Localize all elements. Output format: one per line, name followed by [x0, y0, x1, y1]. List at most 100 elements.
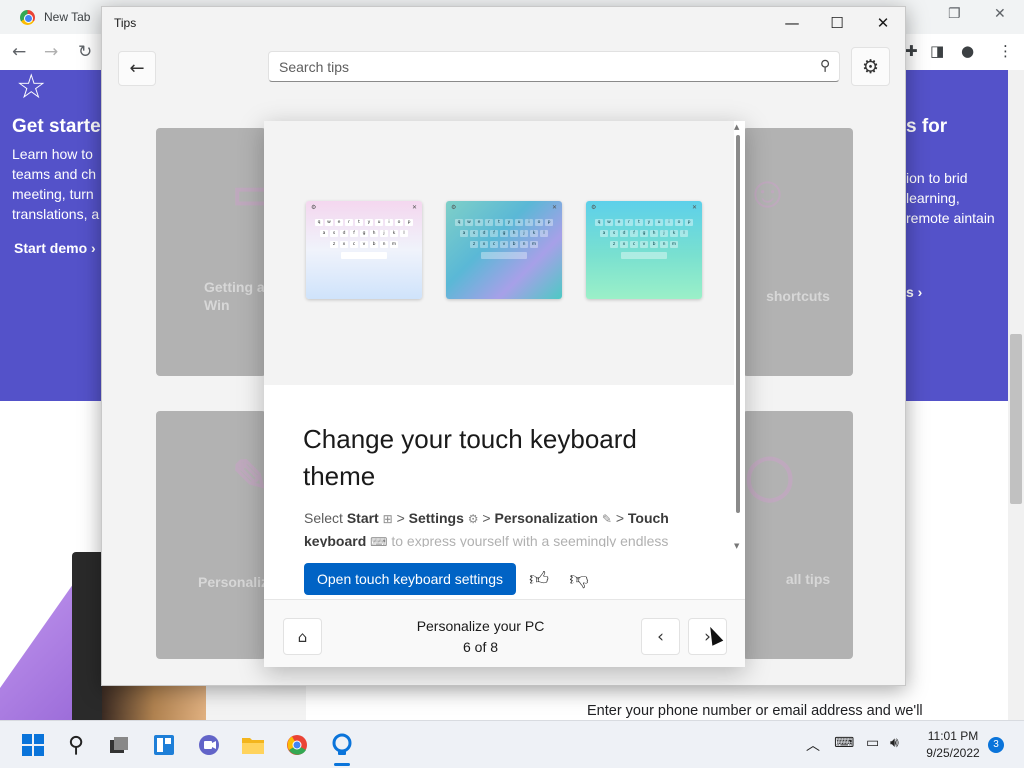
browser-tab-title[interactable]: New Tab — [44, 10, 90, 24]
back-arrow-icon[interactable]: ← — [12, 42, 26, 62]
keyboard-key: f — [490, 230, 498, 237]
restore-icon[interactable]: ❐ — [948, 6, 961, 22]
card-personalize[interactable]: ✎ Personaliz — [156, 411, 269, 659]
dialog-scrollbar-thumb[interactable] — [736, 135, 740, 513]
keyboard-key: h — [510, 230, 518, 237]
extension-icon[interactable]: ✚ — [905, 42, 918, 60]
maximize-button[interactable]: ☐ — [814, 7, 860, 38]
keyboard-key: u — [655, 219, 663, 226]
scroll-up-icon[interactable]: ▲ — [734, 123, 739, 131]
card-label: Personaliz — [198, 574, 269, 590]
keyboard-key: s — [330, 230, 338, 237]
keyboard-key: y — [645, 219, 653, 226]
keyboard-key: c — [350, 241, 358, 248]
close-icon[interactable]: ✕ — [994, 6, 1006, 22]
keyboard-key: v — [360, 241, 368, 248]
keyboard-key: q — [315, 219, 323, 226]
keyboard-key: w — [325, 219, 333, 226]
windows-logo-icon — [22, 734, 44, 756]
chevron-up-icon[interactable]: ︿ — [806, 735, 820, 755]
keyboard-key: z — [470, 241, 478, 248]
gear-icon: ⚙ — [467, 512, 479, 526]
previous-tip-button[interactable]: ‹ — [641, 618, 680, 655]
back-button[interactable]: ← — [118, 51, 156, 86]
task-view-button[interactable] — [106, 732, 132, 758]
thumbs-up-button[interactable]: 👍︎ — [526, 566, 552, 592]
keyboard-row: qwertyuiop — [591, 219, 697, 226]
keyboard-key: a — [460, 230, 468, 237]
keyboard-key: o — [535, 219, 543, 226]
notification-badge[interactable]: 3 — [988, 737, 1004, 753]
search-input[interactable] — [270, 53, 800, 80]
lightbulb-icon — [332, 733, 352, 755]
card-label: shortcuts — [766, 288, 830, 304]
minimize-icon: — — [784, 13, 800, 32]
network-icon[interactable]: ▭ — [866, 735, 879, 751]
keyboard-key: u — [375, 219, 383, 226]
side-panel-icon[interactable]: ◨ — [930, 42, 944, 60]
scroll-down-icon[interactable]: ▼ — [734, 542, 739, 550]
keyboard-row: qwertyuiop — [311, 219, 417, 226]
clock-date[interactable]: 9/25/2022 — [920, 746, 986, 760]
folder-icon — [242, 738, 264, 754]
task-view-icon — [110, 737, 128, 753]
taskbar-search-button[interactable]: ⚲ — [63, 732, 89, 758]
minimize-button[interactable]: — — [769, 7, 815, 38]
settings-button[interactable]: ⚙ — [851, 47, 890, 86]
keyboard-toolbar: ⚙ ✕ — [306, 201, 422, 213]
keyboard-icon[interactable]: ⌨ — [834, 735, 854, 751]
close-button[interactable]: ✕ — [860, 7, 906, 38]
menu-dots-icon[interactable]: ⋮ — [998, 42, 1013, 60]
teams-chat-button[interactable] — [196, 732, 222, 758]
keyboard-key: q — [455, 219, 463, 226]
keyboard-row: asdfghjkl — [311, 230, 417, 237]
keyboard-key: t — [355, 219, 363, 226]
keyboard-key: s — [470, 230, 478, 237]
keyboard-key: g — [360, 230, 368, 237]
open-touch-keyboard-settings-button[interactable]: Open touch keyboard settings — [304, 563, 516, 595]
body-separator: > — [615, 510, 624, 526]
keyboard-key: s — [610, 230, 618, 237]
chrome-taskbar-button[interactable] — [284, 732, 310, 758]
close-icon: ✕ — [691, 203, 697, 211]
keyboard-icon: ⌨ — [370, 535, 388, 547]
body-separator: > — [396, 510, 405, 526]
maximize-icon: ☐ — [830, 13, 844, 32]
keyboard-theme-mint: ⚙ ✕ qwertyuiopasdfghjklzxcvbnm — [586, 201, 702, 299]
start-demo-link[interactable]: Start demo › — [14, 240, 96, 256]
keyboard-key: p — [685, 219, 693, 226]
card-shortcuts[interactable]: ☺ shortcuts — [743, 128, 853, 376]
clock-time[interactable]: 11:01 PM — [920, 729, 986, 743]
keyboard-key: r — [345, 219, 353, 226]
volume-icon[interactable]: 🔊︎ — [890, 735, 899, 751]
start-demo-label: Start demo — [14, 240, 88, 256]
forward-arrow-icon[interactable]: → — [44, 42, 58, 62]
body-start: Start — [346, 510, 379, 526]
keyboard-keys: qwertyuiop asdfghjkl zxcvbnm — [446, 213, 562, 259]
keyboard-key: g — [500, 230, 508, 237]
keyboard-key: k — [390, 230, 398, 237]
card-getting-started[interactable]: ▭ Getting a Win — [156, 128, 274, 376]
keyboard-key: b — [370, 241, 378, 248]
keyboard-key: j — [660, 230, 668, 237]
tips-taskbar-button[interactable] — [329, 732, 355, 758]
file-explorer-button[interactable] — [240, 732, 266, 758]
tip-body: Select Start ⊞ > Settings ⚙ > Personaliz… — [304, 507, 714, 547]
page-scrollbar-thumb[interactable] — [1010, 334, 1022, 504]
chrome-icon — [20, 10, 35, 25]
keyboard-key: z — [610, 241, 618, 248]
reload-icon[interactable]: ↻ — [78, 42, 92, 62]
profile-icon[interactable]: ● — [961, 42, 974, 60]
tip-counter: 6 of 8 — [462, 639, 499, 655]
thumbs-down-button[interactable]: 👎︎ — [566, 566, 592, 592]
card-all-tips[interactable]: ◯ all tips — [743, 411, 853, 659]
hero-right-link[interactable]: s › — [906, 284, 922, 300]
start-button[interactable] — [20, 732, 46, 758]
widgets-button[interactable] — [151, 732, 177, 758]
settings-icon: ⚙ — [451, 203, 457, 211]
keyboard-key: h — [650, 230, 658, 237]
search-icon[interactable]: ⚲ — [820, 58, 830, 74]
keyboard-key: e — [335, 219, 343, 226]
keyboard-row — [591, 252, 697, 259]
hero-right-link-label: s — [906, 284, 914, 300]
